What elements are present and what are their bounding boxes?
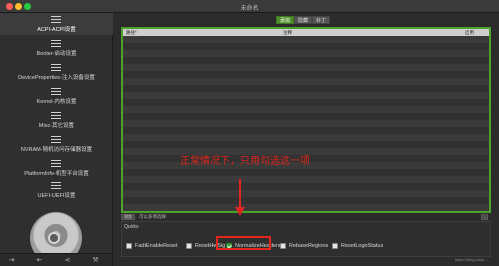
wrench-icon[interactable]: ⚒ — [92, 257, 99, 264]
table-footer: 浏览 可以多项选择 - — [121, 214, 491, 220]
browse-button[interactable]: 浏览 — [121, 214, 135, 220]
column-header-path[interactable]: 路径* — [126, 29, 137, 36]
tab-hide[interactable]: 隐藏 — [294, 16, 312, 24]
annotation-arrow — [239, 179, 241, 209]
list-icon — [51, 88, 61, 95]
sidebar-item-label: ACPI-ACPI设置 — [37, 27, 76, 33]
tab-add[interactable]: 添加 — [276, 16, 294, 24]
sidebar-toolbar: ⇥ ⇤ ⋖ ⚒ — [0, 253, 113, 266]
sidebar-item-uefi[interactable]: UEFI-UEFI设置 — [0, 179, 113, 201]
list-icon — [51, 64, 61, 71]
export-icon[interactable]: ⇤ — [36, 257, 43, 264]
sidebar-item-label: NVRAM-随机访问存储器设置 — [20, 147, 93, 153]
sidebar-item-label: Booter-启动设置 — [36, 51, 77, 57]
sidebar-item-booter[interactable]: Booter-启动设置 — [0, 37, 113, 59]
multi-select-hint: 可以多项选择 — [139, 214, 166, 219]
tab-patch[interactable]: 补丁 — [312, 16, 330, 24]
sidebar-item-label: PlatformInfo-机型平台设置 — [24, 171, 89, 177]
checkbox[interactable] — [186, 243, 192, 249]
table-rows — [123, 36, 489, 211]
sidebar-item-acpi[interactable]: ACPI-ACPI设置 — [0, 13, 113, 35]
sidebar-item-label: Misc-其它设置 — [38, 123, 75, 129]
sidebar-item-label: Kernel-内核设置 — [36, 99, 77, 105]
quirks-title: Quirks — [124, 224, 139, 230]
list-icon — [51, 40, 61, 47]
table-header: 路径* 注释 启用 — [123, 29, 489, 36]
sidebar-item-nvram[interactable]: NVRAM-随机访问存储器设置 — [0, 133, 113, 155]
sidebar-item-label: DeviceProperties-注入设备设置 — [18, 75, 95, 81]
annotation-highlight-box — [216, 236, 271, 250]
quirk-label: RebaseRegions — [289, 243, 329, 249]
quirk-fadt-enable-reset[interactable]: FadtEnableReset — [126, 241, 184, 251]
quirk-reset-logo-status[interactable]: ResetLogoStatus — [332, 241, 388, 251]
sidebar-item-kernel[interactable]: Kernel-内核设置 — [0, 85, 113, 107]
list-icon — [51, 136, 61, 143]
watermark: https://blog.csdn... — [455, 257, 488, 262]
title-bar: 未命名 — [0, 0, 499, 13]
column-header-enabled[interactable]: 启用 — [465, 29, 474, 36]
main-panel: 添加 隐藏 补丁 路径* 注释 启用 正常情况下，只用勾选这一项 浏览 可以多项… — [114, 13, 499, 266]
remove-button[interactable]: - — [481, 214, 489, 220]
list-icon — [51, 112, 61, 119]
quirk-label: ResetLogoStatus — [341, 243, 384, 249]
acpi-add-table[interactable]: 路径* 注释 启用 — [121, 27, 491, 213]
share-icon[interactable]: ⋖ — [64, 257, 71, 264]
column-header-comment[interactable]: 注释 — [283, 29, 292, 36]
list-icon — [51, 16, 61, 23]
quirk-rebase-regions[interactable]: RebaseRegions — [280, 241, 330, 251]
annotation-text: 正常情况下，只用勾选这一项 — [180, 156, 310, 167]
import-icon[interactable]: ⇥ — [8, 257, 15, 264]
checkbox[interactable] — [280, 243, 286, 249]
sidebar: ACPI-ACPI设置 Booter-启动设置 DeviceProperties… — [0, 13, 113, 264]
window-title: 未命名 — [240, 6, 259, 12]
checkbox[interactable] — [126, 243, 132, 249]
sidebar-item-device-properties[interactable]: DeviceProperties-注入设备设置 — [0, 61, 113, 83]
sidebar-item-misc[interactable]: Misc-其它设置 — [0, 109, 113, 131]
quirk-label: FadtEnableReset — [135, 243, 178, 249]
checkbox[interactable] — [332, 243, 338, 249]
list-icon — [51, 182, 61, 189]
sidebar-item-label: UEFI-UEFI设置 — [37, 193, 76, 199]
logo-center — [48, 232, 60, 244]
app-window: 未命名 ACPI-ACPI设置 Booter-启动设置 DeviceProper… — [0, 0, 499, 266]
sidebar-item-platforminfo[interactable]: PlatformInfo-机型平台设置 — [0, 157, 113, 179]
quirks-group: Quirks FadtEnableReset ResetHwSig Normal… — [121, 221, 491, 257]
list-icon — [51, 160, 61, 167]
